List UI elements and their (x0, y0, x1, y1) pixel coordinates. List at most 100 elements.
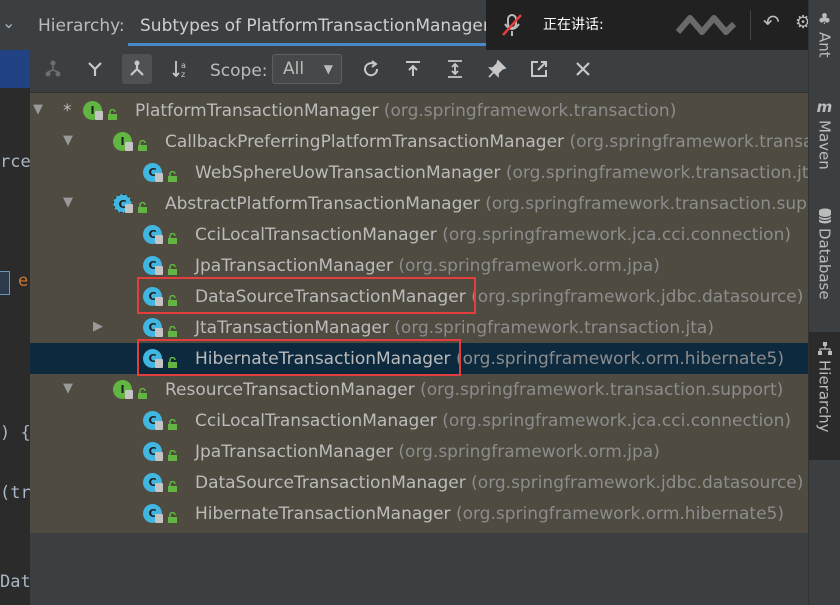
class-name: JpaTransactionManager (195, 442, 393, 462)
expand-arrow-icon[interactable]: ▼ (63, 134, 77, 148)
package-name: (org.springframework.transaction.support… (485, 194, 840, 214)
tree-row[interactable]: C DataSourceTransactionManager (org.sprin… (30, 467, 808, 498)
hierarchy-icon (817, 342, 832, 355)
package-name: (org.springframework.jca.cci.connection) (442, 411, 791, 431)
public-visibility-icon (167, 322, 178, 337)
tree-row-label: AbstractPlatformTransactionManager (org.… (165, 194, 840, 214)
chevron-down-icon: ▼ (323, 62, 333, 76)
public-visibility-icon (167, 508, 178, 523)
tree-row[interactable]: C CciLocalTransactionManager (org.springf… (30, 219, 808, 250)
lock-icon (125, 204, 133, 213)
open-in-window-icon[interactable] (524, 54, 554, 84)
database-icon (818, 208, 831, 224)
close-icon[interactable] (568, 54, 598, 84)
editor-tab-bar: ⌄ (0, 0, 30, 51)
public-visibility-icon (167, 260, 178, 275)
scope-value: All (283, 59, 305, 79)
class-hierarchy-icon[interactable] (122, 54, 152, 84)
scope-select[interactable]: All ▼ (272, 54, 342, 84)
editor-strip: ⌄ rce e ) { (tr Dat (0, 0, 30, 605)
chevron-down-icon[interactable]: ⌄ (2, 13, 15, 32)
ant-icon: ♣ (817, 10, 832, 28)
panel-header: Hierarchy: Subtypes of PlatformTransacti… (30, 0, 811, 50)
class-name: HibernateTransactionManager (195, 504, 451, 524)
tree-row[interactable]: C JpaTransactionManager (org.springframew… (30, 436, 808, 467)
package-name: (org.springframework.jca.cci.connection) (442, 225, 791, 245)
code-fragment: e (18, 271, 29, 291)
tree-row[interactable]: C CciLocalTransactionManager (org.springf… (30, 405, 808, 436)
overlay-divider (750, 10, 751, 40)
lock-icon (125, 142, 133, 151)
package-name: (org.springframework.orm.hibernate5) (455, 349, 784, 369)
tool-tab-label: Database (815, 228, 834, 300)
tree-row[interactable]: C HibernateTransactionManager (org.spring… (30, 498, 808, 529)
lock-icon (155, 235, 163, 244)
package-name: (org.springframework.jdbc.datasource) (471, 473, 804, 493)
expand-all-icon[interactable] (440, 54, 470, 84)
panel-title: Hierarchy: (38, 16, 125, 36)
expand-arrow-icon[interactable]: ▼ (63, 382, 77, 396)
public-visibility-icon (107, 105, 118, 120)
lock-icon (125, 390, 133, 399)
scope-label: Scope: (210, 61, 268, 81)
lock-icon (155, 452, 163, 461)
code-fragment: (tr (0, 483, 30, 503)
tool-tab-label: Maven (815, 120, 834, 170)
lock-icon (155, 328, 163, 337)
tool-tab-database[interactable]: Database (809, 208, 840, 300)
highlight-box (137, 277, 476, 314)
collapse-arrow-icon[interactable]: ▶ (93, 320, 107, 334)
lock-icon (155, 173, 163, 182)
tree-row-label: JpaTransactionManager (org.springframewo… (195, 442, 660, 462)
class-name: DataSourceTransactionManager (195, 473, 466, 493)
tree-row-label: JtaTransactionManager (org.springframewo… (195, 318, 714, 338)
supertypes-hierarchy-icon[interactable] (38, 54, 68, 84)
refresh-icon[interactable] (356, 54, 386, 84)
tool-tab-maven[interactable]: m Maven (809, 98, 840, 170)
tree-row[interactable]: ▼ I CallbackPreferringPlatformTransactionM… (30, 126, 840, 157)
undo-icon[interactable]: ↶ (763, 10, 780, 34)
hierarchy-panel: Hierarchy: Subtypes of PlatformTransacti… (30, 0, 840, 605)
package-name: (org.springframework.orm.jpa) (398, 256, 660, 276)
tool-tab-ant[interactable]: ♣ Ant (809, 10, 840, 58)
tab-subtypes[interactable]: Subtypes of PlatformTransactionManager (128, 6, 502, 46)
export-icon[interactable] (398, 54, 428, 84)
lock-icon (155, 421, 163, 430)
tree-row[interactable]: ▼ * I PlatformTransactionManager (org.sprin… (30, 95, 808, 126)
tree-row-label: CciLocalTransactionManager (org.springfr… (195, 225, 791, 245)
package-name: (org.springframework.transaction.jta) (505, 163, 826, 183)
lock-icon (155, 266, 163, 275)
muted-microphone-icon[interactable] (500, 12, 524, 38)
class-name: CciLocalTransactionManager (195, 411, 437, 431)
tree-row-label: DataSourceTransactionManager (org.spring… (195, 473, 803, 493)
expand-arrow-icon[interactable]: ▼ (33, 103, 47, 117)
pin-icon[interactable] (482, 54, 512, 84)
subtypes-hierarchy-icon[interactable] (80, 54, 110, 84)
tool-tab-label: Ant (815, 32, 834, 58)
tree-row-label: PlatformTransactionManager (org.springfr… (135, 101, 676, 121)
expand-arrow-icon[interactable]: ▼ (63, 196, 77, 210)
hierarchy-toolbar: az Scope: All ▼ (30, 50, 808, 93)
hierarchy-tree: ▼ * I PlatformTransactionManager (org.sprin… (30, 93, 840, 533)
tree-row-label: WebSphereUowTransactionManager (org.spri… (195, 163, 826, 183)
tree-empty-area (30, 533, 808, 605)
class-name: JpaTransactionManager (195, 256, 393, 276)
lock-icon (95, 111, 103, 120)
editor-selection (0, 50, 30, 88)
class-name: ResourceTransactionManager (165, 380, 415, 400)
tree-row-label: CallbackPreferringPlatformTransactionMan… (165, 132, 840, 152)
tree-row[interactable]: C WebSphereUowTransactionManager (org.spr… (30, 157, 826, 188)
meeting-overlay (486, 0, 808, 50)
package-name: (org.springframework.orm.hibernate5) (455, 504, 784, 524)
package-name: (org.springframework.transaction.jta) (394, 318, 714, 338)
tool-tab-hierarchy[interactable]: Hierarchy (809, 332, 840, 460)
code-fragment: ) { (0, 423, 30, 443)
class-name: WebSphereUowTransactionManager (195, 163, 501, 183)
tree-row[interactable]: ▼ C AbstractPlatformTransactionManager (or… (30, 188, 840, 219)
public-visibility-icon (137, 198, 148, 213)
sort-alphabetically-icon[interactable]: az (167, 54, 197, 84)
tree-row[interactable]: ▼ I ResourceTransactionManager (org.spring… (30, 374, 808, 405)
tree-row-label: JpaTransactionManager (org.springframewo… (195, 256, 660, 276)
lock-icon (155, 514, 163, 523)
public-visibility-icon (137, 136, 148, 151)
